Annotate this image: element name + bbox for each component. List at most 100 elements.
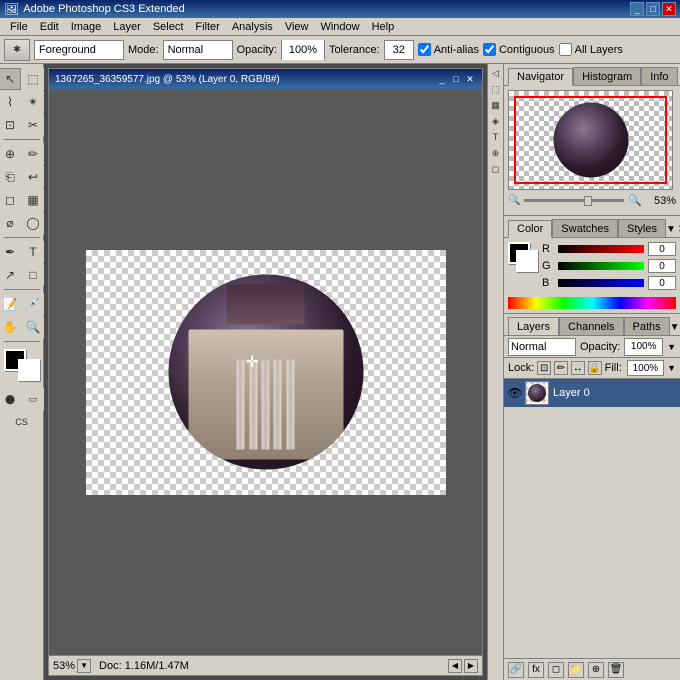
b-value-input[interactable]: [648, 276, 676, 290]
opacity-value-input[interactable]: [625, 341, 662, 352]
mode-dropdown[interactable]: Normal: [163, 40, 233, 60]
screen-mode[interactable]: ▭: [22, 388, 44, 410]
new-group-button[interactable]: 📁: [568, 662, 584, 678]
color-panel-menu[interactable]: ▼: [666, 224, 676, 235]
tool-options-icon[interactable]: ✱: [4, 39, 30, 61]
lock-position-icon[interactable]: ⊡: [537, 361, 551, 375]
zoom-dropdown[interactable]: ▼: [77, 659, 91, 673]
doc-minimize[interactable]: _: [436, 73, 448, 85]
history-brush[interactable]: ↩: [22, 166, 44, 188]
color-spectrum[interactable]: [508, 297, 676, 309]
all-layers-checkbox[interactable]: [559, 43, 572, 56]
fill-value-input[interactable]: [628, 363, 663, 374]
contiguous-checkbox[interactable]: [483, 43, 496, 56]
eyedropper-tool[interactable]: 💉: [22, 293, 44, 315]
lock-all-icon[interactable]: 🔒: [588, 361, 602, 375]
panel-toggle-nav[interactable]: ◁: [489, 66, 503, 80]
g-value-input[interactable]: [648, 259, 676, 273]
delete-layer-button[interactable]: 🗑: [608, 662, 624, 678]
tool-preset-dropdown[interactable]: Foreground: [34, 40, 124, 60]
hand-tool[interactable]: ✋: [0, 316, 21, 338]
lasso-tool[interactable]: ⌇: [0, 91, 21, 113]
tab-paths[interactable]: Paths: [624, 317, 670, 335]
g-slider-track[interactable]: [558, 262, 644, 270]
shape-tool[interactable]: □: [22, 264, 44, 286]
r-value-input[interactable]: [648, 242, 676, 256]
menu-analysis[interactable]: Analysis: [226, 20, 279, 34]
tab-layers[interactable]: Layers: [508, 317, 559, 335]
healing-tool[interactable]: ⊕: [0, 143, 21, 165]
panel-icon-1[interactable]: ⬚: [489, 82, 503, 96]
minimize-button[interactable]: _: [630, 2, 644, 16]
link-layers-button[interactable]: 🔗: [508, 662, 524, 678]
menu-window[interactable]: Window: [314, 20, 365, 34]
tab-channels[interactable]: Channels: [559, 317, 623, 335]
zoom-out-icon[interactable]: 🔍: [508, 195, 520, 206]
gradient-tool[interactable]: ▦: [22, 189, 44, 211]
panel-icon-6[interactable]: ◻: [489, 162, 503, 176]
document-canvas-area[interactable]: ✛: [49, 89, 482, 655]
pen-tool[interactable]: ✒: [0, 241, 21, 263]
doc-maximize[interactable]: □: [450, 73, 462, 85]
magic-wand-tool[interactable]: ✴: [22, 91, 44, 113]
menu-file[interactable]: File: [4, 20, 34, 34]
close-button[interactable]: ✕: [662, 2, 676, 16]
tab-styles[interactable]: Styles: [618, 219, 666, 237]
dodge-tool[interactable]: ◯: [22, 212, 44, 234]
blur-tool[interactable]: ⌀: [0, 212, 21, 234]
eraser-tool[interactable]: ◻: [0, 189, 21, 211]
menu-select[interactable]: Select: [147, 20, 190, 34]
menu-image[interactable]: Image: [65, 20, 108, 34]
tab-color[interactable]: Color: [508, 220, 552, 238]
menu-layer[interactable]: Layer: [107, 20, 147, 34]
blend-mode-select[interactable]: Normal: [508, 338, 576, 356]
panel-icon-2[interactable]: ▦: [489, 98, 503, 112]
brush-tool[interactable]: ✏: [22, 143, 44, 165]
layer-0-row[interactable]: 👁 Layer 0: [504, 379, 680, 407]
anti-alias-checkbox[interactable]: [418, 43, 431, 56]
bg-swatch[interactable]: [516, 250, 538, 272]
add-style-button[interactable]: fx: [528, 662, 544, 678]
r-slider-track[interactable]: [558, 245, 644, 253]
tab-info[interactable]: Info: [641, 67, 677, 85]
zoom-slider[interactable]: [524, 199, 624, 202]
lock-pixels-icon[interactable]: ✏: [554, 361, 568, 375]
notes-tool[interactable]: 📝: [0, 293, 21, 315]
panel-icon-5[interactable]: ⊕: [489, 146, 503, 160]
layers-panel-menu[interactable]: ▼: [670, 322, 680, 333]
slice-tool[interactable]: ✂: [22, 114, 44, 136]
panel-icon-4[interactable]: T: [489, 130, 503, 144]
menu-filter[interactable]: Filter: [189, 20, 225, 34]
scroll-left[interactable]: ◀: [448, 659, 462, 673]
tab-navigator[interactable]: Navigator: [508, 68, 573, 86]
add-mask-button[interactable]: ◻: [548, 662, 564, 678]
tab-swatches[interactable]: Swatches: [552, 219, 618, 237]
b-slider-track[interactable]: [558, 279, 644, 287]
selection-tool[interactable]: ⬚: [22, 68, 44, 90]
lock-move-icon[interactable]: ↔: [571, 361, 585, 375]
fill-arrow[interactable]: ▼: [667, 363, 676, 373]
opacity-input[interactable]: [282, 40, 324, 60]
zoom-in-icon[interactable]: 🔍: [628, 194, 642, 207]
path-select[interactable]: ↗: [0, 264, 21, 286]
stamp-tool[interactable]: ⎗: [0, 166, 21, 188]
menu-edit[interactable]: Edit: [34, 20, 65, 34]
background-color[interactable]: [18, 359, 40, 381]
menu-help[interactable]: Help: [366, 20, 401, 34]
zoom-thumb[interactable]: [584, 196, 592, 206]
layer-visibility-icon[interactable]: 👁: [508, 386, 522, 400]
doc-close[interactable]: ✕: [464, 73, 476, 85]
zoom-tool[interactable]: 🔍: [22, 316, 44, 338]
image-ready[interactable]: CS: [11, 411, 33, 433]
text-tool[interactable]: T: [22, 241, 44, 263]
tolerance-input[interactable]: [384, 40, 414, 60]
tab-histogram[interactable]: Histogram: [573, 67, 641, 85]
scroll-right[interactable]: ▶: [464, 659, 478, 673]
opacity-arrow[interactable]: ▼: [667, 342, 676, 352]
new-layer-button[interactable]: ⊕: [588, 662, 604, 678]
crop-tool[interactable]: ⊡: [0, 114, 21, 136]
menu-view[interactable]: View: [279, 20, 315, 34]
quick-mask[interactable]: ⬤: [0, 388, 21, 410]
maximize-button[interactable]: □: [646, 2, 660, 16]
panel-icon-3[interactable]: ◈: [489, 114, 503, 128]
